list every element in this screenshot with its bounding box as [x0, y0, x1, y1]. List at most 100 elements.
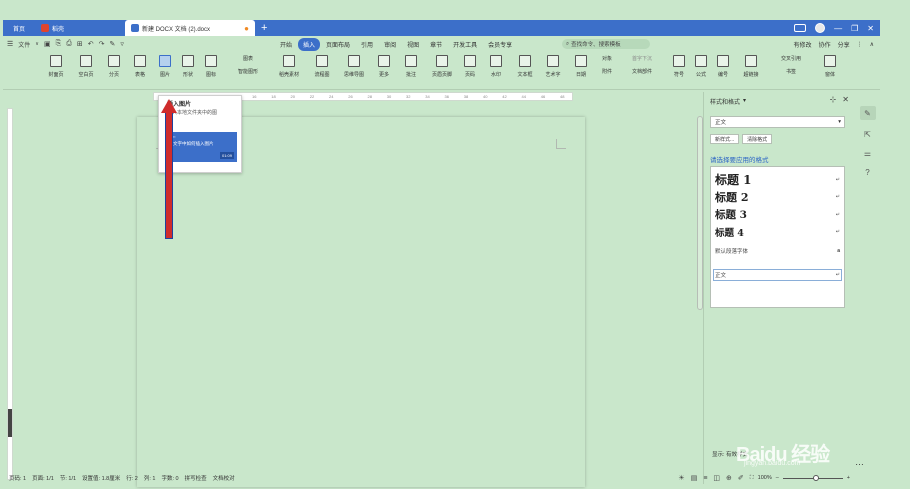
export-icon[interactable]: ⎘: [56, 40, 62, 48]
cover-page-button[interactable]: 封面页: [41, 55, 71, 78]
chart-label[interactable]: 图表: [243, 55, 253, 62]
tab-member[interactable]: 会员专享: [483, 38, 517, 51]
tab-home[interactable]: 首页: [3, 20, 35, 36]
collapse-ribbon-icon[interactable]: ∧: [870, 41, 874, 48]
chevron-down-icon[interactable]: ∨: [35, 41, 39, 47]
flowchart-button[interactable]: 流程图: [307, 55, 337, 78]
numbering-button[interactable]: 编号: [711, 55, 735, 78]
layout-icon[interactable]: [794, 24, 807, 32]
reading-view-icon[interactable]: ◫: [713, 474, 720, 482]
zoom-slider-knob[interactable]: [812, 474, 819, 481]
pen-icon[interactable]: ✐: [738, 474, 744, 482]
undo-icon[interactable]: ↶: [88, 40, 94, 48]
zoom-in-icon[interactable]: +: [847, 475, 850, 481]
edit-icon[interactable]: ✎: [859, 106, 876, 120]
style-item-default-font[interactable]: 默认段落字体 a: [715, 247, 840, 255]
drop-cap-label[interactable]: 首字下沉: [632, 55, 652, 62]
current-style-select[interactable]: 正文 ▾: [710, 116, 845, 128]
proofread-button[interactable]: 文档校对: [213, 474, 235, 482]
bookmark-button[interactable]: 交叉引用 书签: [767, 55, 815, 75]
icon-button[interactable]: 图标: [196, 55, 226, 78]
restore-icon[interactable]: ❐: [851, 24, 858, 33]
style-item-heading-2[interactable]: 标题 2 ↵: [715, 189, 840, 205]
format-painter-icon[interactable]: ✎: [109, 40, 115, 48]
more-button[interactable]: 更多: [369, 55, 399, 78]
tab-review[interactable]: 审阅: [379, 38, 401, 51]
tab-developer[interactable]: 开发工具: [448, 38, 482, 51]
save-icon[interactable]: ▣: [44, 40, 51, 48]
object-button[interactable]: 对象 附件: [590, 55, 624, 75]
status-setting[interactable]: 设置值: 1.8厘米: [82, 474, 120, 482]
more-dots-icon[interactable]: …: [855, 457, 864, 467]
command-search[interactable]: ⌕ 查找命令、搜索模板: [562, 39, 650, 49]
clear-format-button[interactable]: 清除格式: [742, 134, 773, 144]
print-icon[interactable]: ⎙: [66, 40, 72, 48]
fit-width-icon[interactable]: ⛶: [750, 475, 754, 482]
tab-reference[interactable]: 引用: [356, 38, 378, 51]
tab-page-layout[interactable]: 页面布局: [321, 38, 355, 51]
style-item-heading-4[interactable]: 标题 4 ↵: [715, 225, 840, 239]
status-col[interactable]: 列: 1: [144, 474, 156, 482]
share-button[interactable]: 分享: [838, 40, 850, 49]
smartart-button[interactable]: 图表 智能图形: [228, 55, 268, 75]
eye-protection-icon[interactable]: ☀: [678, 474, 684, 482]
close-icon[interactable]: ✕: [867, 24, 874, 33]
close-panel-icon[interactable]: ✕: [842, 95, 849, 104]
zoom-level[interactable]: 100%: [758, 475, 772, 481]
doc-parts-button[interactable]: 首字下沉 文档部件: [622, 55, 662, 75]
form-button[interactable]: 窗体: [815, 55, 845, 78]
modified-button[interactable]: 有修改: [794, 40, 812, 49]
tab-chapter[interactable]: 章节: [425, 38, 447, 51]
chevron-down-icon[interactable]: ▾: [743, 97, 746, 106]
redo-icon[interactable]: ↷: [99, 40, 105, 48]
status-wordcount[interactable]: 字数: 0: [161, 474, 178, 482]
formula-button[interactable]: 公式: [689, 55, 713, 78]
zoom-out-icon[interactable]: –: [776, 475, 779, 481]
textbox-button[interactable]: 文本框: [510, 55, 540, 78]
pin-icon[interactable]: ⊹: [830, 95, 837, 104]
watermark-button[interactable]: 水印: [481, 55, 511, 78]
more-menu-icon[interactable]: ⋮: [857, 41, 863, 48]
hyperlink-button[interactable]: 超链接: [735, 55, 767, 78]
comment-button[interactable]: 批注: [396, 55, 426, 78]
spellcheck-button[interactable]: 拼写检查: [185, 474, 207, 482]
tab-docer[interactable]: 稻壳: [35, 20, 115, 36]
web-view-icon[interactable]: ⊕: [726, 474, 732, 482]
blank-page-button[interactable]: 空白页: [71, 55, 101, 78]
zoom-slider[interactable]: [782, 474, 843, 481]
new-style-button[interactable]: 新样式...: [710, 134, 740, 144]
tab-document[interactable]: 新建 DOCX 文档 (2).docx ●: [125, 20, 255, 36]
page-view-icon[interactable]: ▤: [691, 474, 698, 482]
adjust-icon[interactable]: ⚌: [864, 149, 871, 158]
minimize-icon[interactable]: —: [834, 24, 842, 33]
select-pointer-icon[interactable]: ⇱: [864, 130, 871, 139]
symbol-button[interactable]: 符号: [667, 55, 691, 78]
header-footer-button[interactable]: 页眉页脚: [427, 55, 457, 78]
more-icon[interactable]: ▿: [120, 40, 124, 48]
avatar[interactable]: [815, 23, 826, 33]
status-section[interactable]: 节: 1/1: [60, 474, 76, 482]
collaborate-button[interactable]: 协作: [819, 40, 831, 49]
help-icon[interactable]: ?: [865, 168, 869, 177]
object-label[interactable]: 对象: [602, 55, 612, 62]
outline-view-icon[interactable]: ≡: [703, 475, 707, 482]
status-page-num[interactable]: 页码: 1: [9, 474, 26, 482]
new-tab-button[interactable]: +: [261, 22, 267, 34]
docer-material-button[interactable]: 稻壳素材: [272, 55, 306, 78]
cross-ref-label[interactable]: 交叉引用: [781, 55, 801, 62]
tab-view[interactable]: 视图: [402, 38, 424, 51]
style-item-body[interactable]: 正文 ↵: [715, 271, 840, 279]
tutorial-video[interactable]: ▪▪ 文字中如何插入图片 01:09: [169, 132, 237, 162]
attachment-label[interactable]: 附件: [602, 68, 612, 75]
tab-insert[interactable]: 插入: [298, 37, 321, 51]
status-pages[interactable]: 页面: 1/1: [32, 474, 54, 482]
status-row[interactable]: 行: 2: [126, 474, 138, 482]
preview-icon[interactable]: ⊞: [77, 40, 83, 48]
style-item-heading-1[interactable]: 标题 1 ↵: [715, 171, 840, 188]
mindmap-button[interactable]: 思维导图: [339, 55, 369, 78]
wordart-button[interactable]: 艺术字: [538, 55, 568, 78]
menu-icon[interactable]: ☰: [7, 40, 13, 48]
file-menu[interactable]: 文件: [18, 40, 30, 49]
vertical-ruler[interactable]: [7, 108, 13, 480]
style-item-heading-3[interactable]: 标题 3 ↵: [715, 207, 840, 222]
